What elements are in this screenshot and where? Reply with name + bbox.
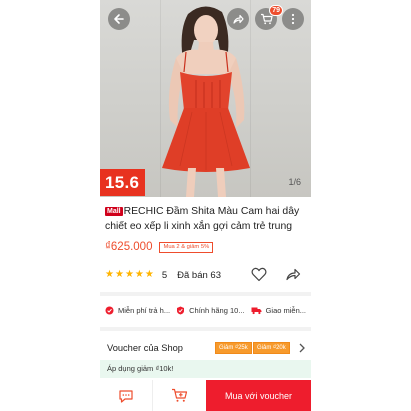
delivery-truck-icon (251, 307, 262, 314)
chat-icon (119, 389, 133, 403)
bundle-promo-badge[interactable]: Mua 2 & giảm 5% (159, 241, 214, 253)
shop-voucher-row[interactable]: Voucher của Shop Giảm ₫25k Giảm ₫20k (107, 340, 311, 356)
price-row: ₫625.000 Mua 2 & giảm 5% (105, 239, 309, 255)
service-guarantees[interactable]: Miễn phí trả h... Chính hãng 10... Giao … (105, 303, 311, 317)
product-price: ₫625.000 (105, 241, 153, 253)
add-to-cart-button[interactable] (153, 380, 206, 411)
section-divider (100, 327, 311, 331)
service-label: Chính hãng 10... (189, 305, 245, 315)
voucher-chip[interactable]: Giảm ₫20k (253, 342, 290, 354)
star-icon: ★ (114, 269, 124, 280)
service-item-free-return: Miễn phí trả h... (105, 306, 170, 315)
model-figure (162, 6, 250, 197)
voucher-chip[interactable]: Giảm ₫25k (215, 342, 252, 354)
product-image[interactable]: 79 15.6 1/6 (100, 0, 311, 197)
free-shipping-icon (105, 306, 114, 314)
star-icon: ★ (144, 269, 154, 280)
back-arrow-icon (114, 14, 124, 24)
product-page: 79 15.6 1/6 Mall RECHIC Đầm Shita Màu Cam… (100, 0, 311, 411)
cart-count-badge: 79 (269, 5, 283, 16)
sale-date-tag: 15.6 (100, 169, 146, 196)
image-counter: 1/6 (288, 177, 301, 187)
cart-button[interactable]: 79 (255, 5, 283, 30)
sold-count: Đã bán 63 (177, 269, 221, 281)
add-cart-icon (172, 388, 188, 402)
back-button[interactable] (108, 8, 130, 30)
more-vertical-icon (291, 13, 295, 25)
voucher-section-title: Voucher của Shop (107, 343, 183, 353)
section-divider (100, 292, 311, 296)
share-icon[interactable] (285, 267, 301, 282)
chat-button[interactable] (100, 380, 153, 411)
product-title-text: RECHIC Đầm Shita Màu Cam hai dây chiết e… (105, 206, 300, 232)
share-icon (233, 14, 244, 24)
rating-row: ★ ★ ★ ★ ★ 5 Đã bán 63 (105, 267, 309, 283)
rating-value: 5 (161, 269, 168, 281)
star-icon: ★ (134, 269, 144, 280)
bottom-action-bar: Mua với voucher (100, 380, 311, 411)
authentic-icon (177, 306, 185, 314)
star-icon: ★ (105, 269, 114, 280)
chevron-right-icon[interactable] (298, 343, 306, 353)
rating-stars: ★ ★ ★ ★ ★ (105, 270, 154, 280)
buy-with-voucher-button[interactable]: Mua với voucher (206, 380, 311, 411)
service-item-authentic: Chính hãng 10... (176, 305, 245, 315)
heart-icon[interactable] (251, 267, 267, 282)
mall-badge: Mall (105, 207, 123, 216)
service-item-delivery: Giao miễn... (251, 306, 306, 315)
applied-discount-banner: Áp dụng giảm ₫10k! (100, 360, 311, 378)
share-button[interactable] (227, 8, 249, 30)
star-icon: ★ (124, 269, 134, 280)
service-label: Miễn phí trả h... (118, 305, 171, 315)
service-label: Giao miễn... (265, 305, 307, 315)
more-button[interactable] (282, 8, 304, 30)
product-title: Mall RECHIC Đầm Shita Màu Cam hai dây chi… (105, 204, 309, 234)
